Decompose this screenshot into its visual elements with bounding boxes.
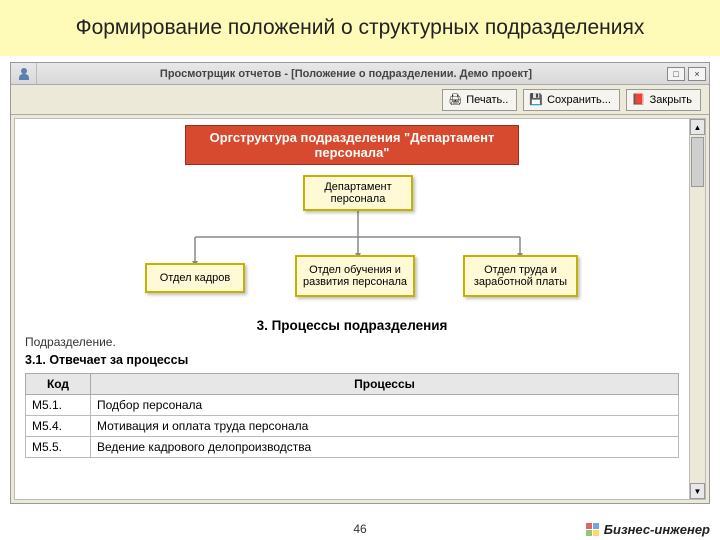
person-icon [17,67,31,81]
table-row: М5.4. Мотивация и оплата труда персонала [26,416,679,437]
save-icon: 💾 [529,93,543,106]
cell-proc: Подбор персонала [91,395,679,416]
scroll-track[interactable] [690,135,705,483]
slide-title: Формирование положений о структурных под… [0,0,720,56]
save-button[interactable]: 💾 Сохранить... [523,89,620,111]
printer-icon: 🖨 [448,93,462,106]
col-code: Код [26,374,91,395]
org-node-hr: Отдел кадров [145,263,245,293]
document-content: Оргструктура подразделения "Департамент … [15,119,689,499]
close-button[interactable]: 📕 Закрыть [626,89,701,111]
slide-footer: 46 Бизнес-инженер [0,522,720,536]
report-viewer-window: Просмотрщик отчетов - [Положение о подра… [10,62,710,504]
org-node-root: Департамент персонала [303,175,413,211]
save-label: Сохранить... [547,94,611,106]
subsection-title: 3.1. Отвечает за процессы [25,353,679,367]
brand: Бизнес-инженер [586,522,710,537]
window-titlebar: Просмотрщик отчетов - [Положение о подра… [11,63,709,85]
col-process: Процессы [91,374,679,395]
app-icon [11,63,37,84]
cell-code: М5.5. [26,437,91,458]
table-row: М5.1. Подбор персонала [26,395,679,416]
brand-label: Бизнес-инженер [604,522,710,537]
document-area: Оргструктура подразделения "Департамент … [14,118,706,500]
subsection-label: Подразделение. [25,335,679,349]
toolbar: 🖨 Печать.. 💾 Сохранить... 📕 Закрыть [11,85,709,115]
brand-icon [586,522,600,536]
org-chart: Департамент персонала Отдел кадров Отдел… [25,175,679,310]
section-heading: 3. Процессы подразделения [25,318,679,333]
close-label: Закрыть [650,94,692,106]
scroll-down-button[interactable]: ▼ [690,483,705,499]
window-controls: □ × [655,67,709,81]
cell-proc: Мотивация и оплата труда персонала [91,416,679,437]
process-table: Код Процессы М5.1. Подбор персонала М5.4… [25,373,679,458]
window-title: Просмотрщик отчетов - [Положение о подра… [37,68,655,80]
cell-code: М5.4. [26,416,91,437]
org-node-training: Отдел обучения и развития персонала [295,255,415,297]
scroll-thumb[interactable] [691,137,704,187]
print-button[interactable]: 🖨 Печать.. [442,89,517,111]
table-row: М5.5. Ведение кадрового делопроизводства [26,437,679,458]
orgchart-title: Оргструктура подразделения "Департамент … [185,125,519,165]
cell-proc: Ведение кадрового делопроизводства [91,437,679,458]
minimize-button[interactable]: □ [667,67,685,81]
org-node-payroll: Отдел труда и заработной платы [463,255,578,297]
page-number: 46 [353,522,366,536]
door-icon: 📕 [632,93,646,106]
vertical-scrollbar[interactable]: ▲ ▼ [689,119,705,499]
scroll-up-button[interactable]: ▲ [690,119,705,135]
cell-code: М5.1. [26,395,91,416]
print-label: Печать.. [466,94,508,106]
close-window-button[interactable]: × [688,67,706,81]
